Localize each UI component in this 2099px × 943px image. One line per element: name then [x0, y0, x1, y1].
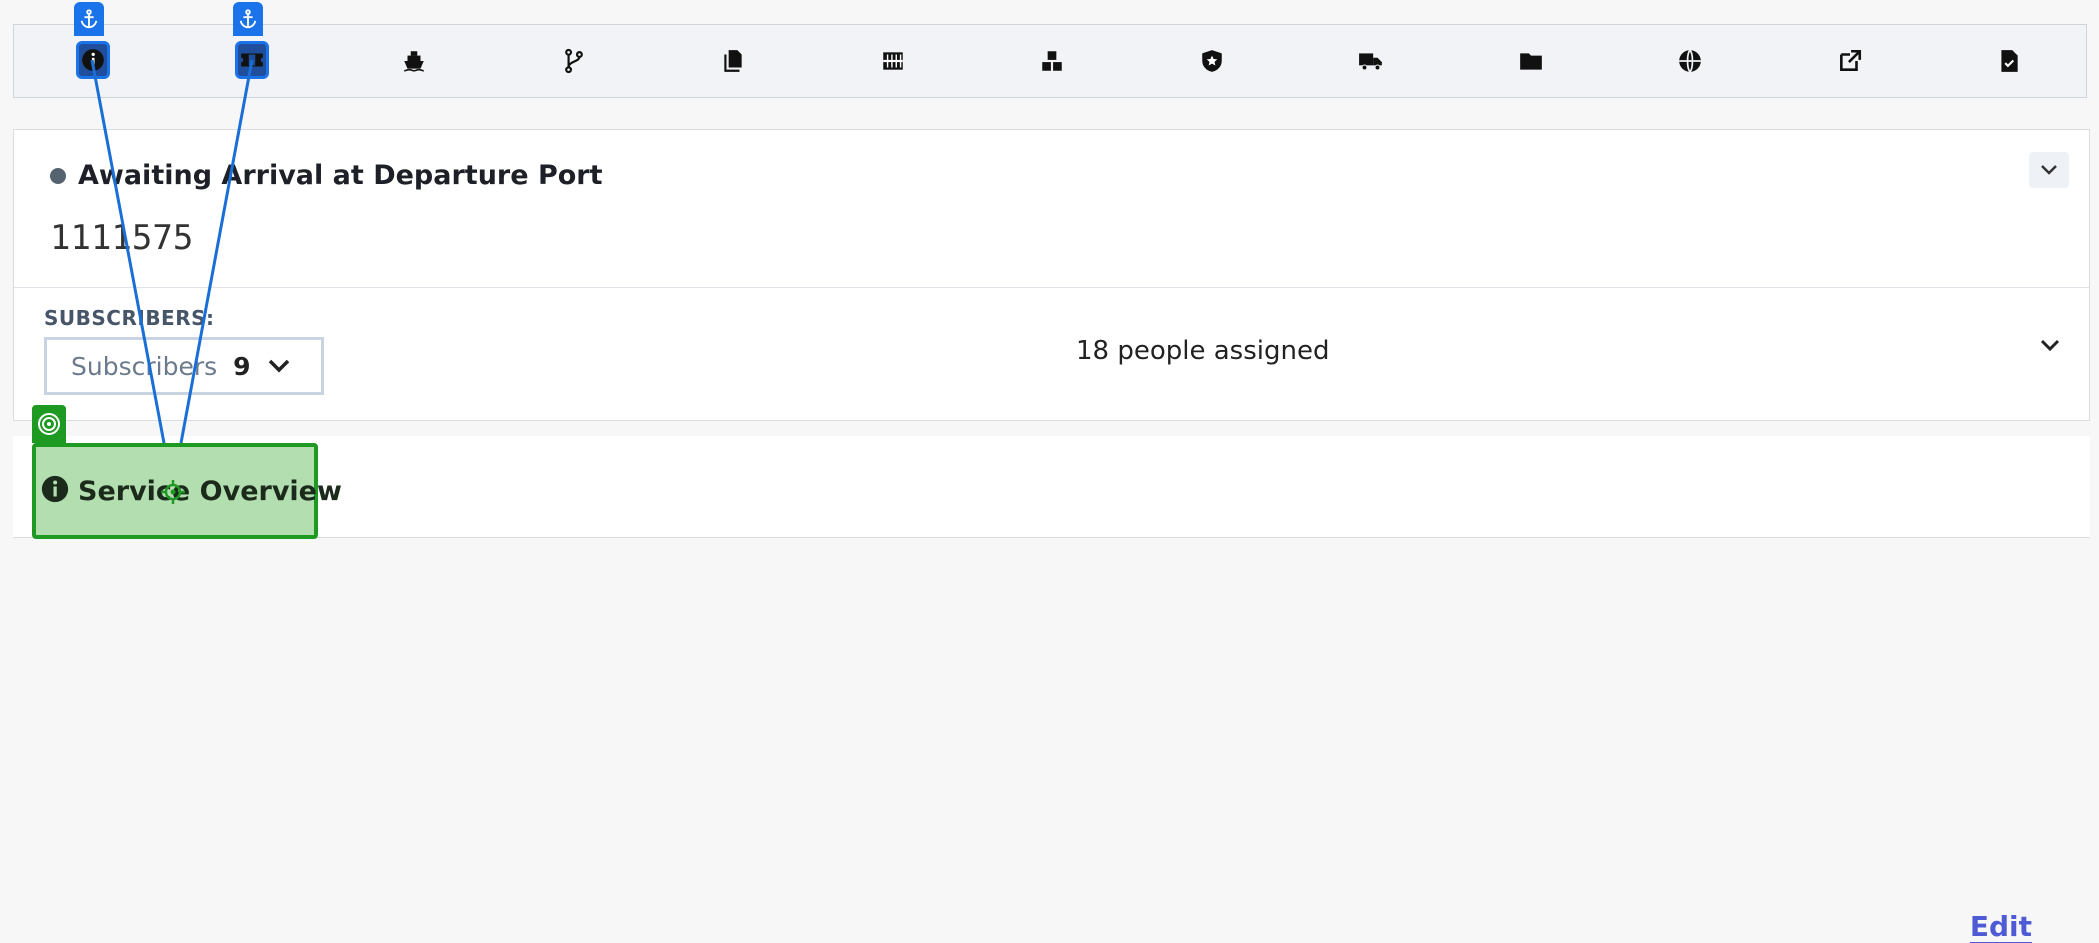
- assigned-count-text: 18 people assigned: [1076, 336, 1330, 366]
- globe-icon[interactable]: [1670, 41, 1710, 81]
- reference-number: 1111575: [50, 218, 194, 258]
- status-dot: [50, 167, 66, 184]
- expand-subscribers-button[interactable]: [2039, 338, 2061, 358]
- subscribers-dropdown-label: Subscribers: [71, 351, 218, 381]
- status-row: Awaiting Arrival at Departure Port: [50, 160, 603, 191]
- external-link-icon[interactable]: [1830, 41, 1870, 81]
- boxes-icon[interactable]: [1032, 41, 1072, 81]
- anchor-icon: [233, 2, 263, 36]
- shipment-card: Awaiting Arrival at Departure Port 11115…: [13, 129, 2090, 421]
- anchor-icon: [74, 2, 104, 36]
- target-icon: [32, 405, 66, 443]
- subscribers-label: SUBSCRIBERS:: [44, 306, 215, 330]
- collapse-button[interactable]: [2029, 152, 2069, 188]
- section-toolbar: [13, 24, 2087, 98]
- documents-icon[interactable]: [713, 41, 753, 81]
- info-icon: [40, 474, 70, 508]
- subscribers-count: 9: [233, 351, 251, 381]
- shield-star-icon[interactable]: [1192, 41, 1232, 81]
- file-check-icon[interactable]: [1989, 41, 2029, 81]
- truck-icon[interactable]: [1351, 41, 1391, 81]
- chevron-down-icon: [2041, 165, 2057, 175]
- container-icon[interactable]: [873, 41, 913, 81]
- chevron-down-icon: [268, 359, 289, 373]
- branch-icon[interactable]: [554, 41, 594, 81]
- info-icon[interactable]: [76, 41, 110, 79]
- divider: [14, 287, 2089, 288]
- ship-icon[interactable]: [394, 41, 434, 81]
- crosshair-icon: [160, 479, 186, 509]
- folder-icon[interactable]: [1511, 41, 1551, 81]
- service-overview-title: Service Overview: [78, 476, 342, 507]
- subscribers-dropdown[interactable]: Subscribers 9: [44, 337, 324, 395]
- chevron-down-icon: [2040, 339, 2060, 352]
- status-text: Awaiting Arrival at Departure Port: [78, 160, 603, 191]
- ticket-icon[interactable]: [235, 41, 269, 79]
- edit-link[interactable]: Edit: [1970, 910, 2032, 943]
